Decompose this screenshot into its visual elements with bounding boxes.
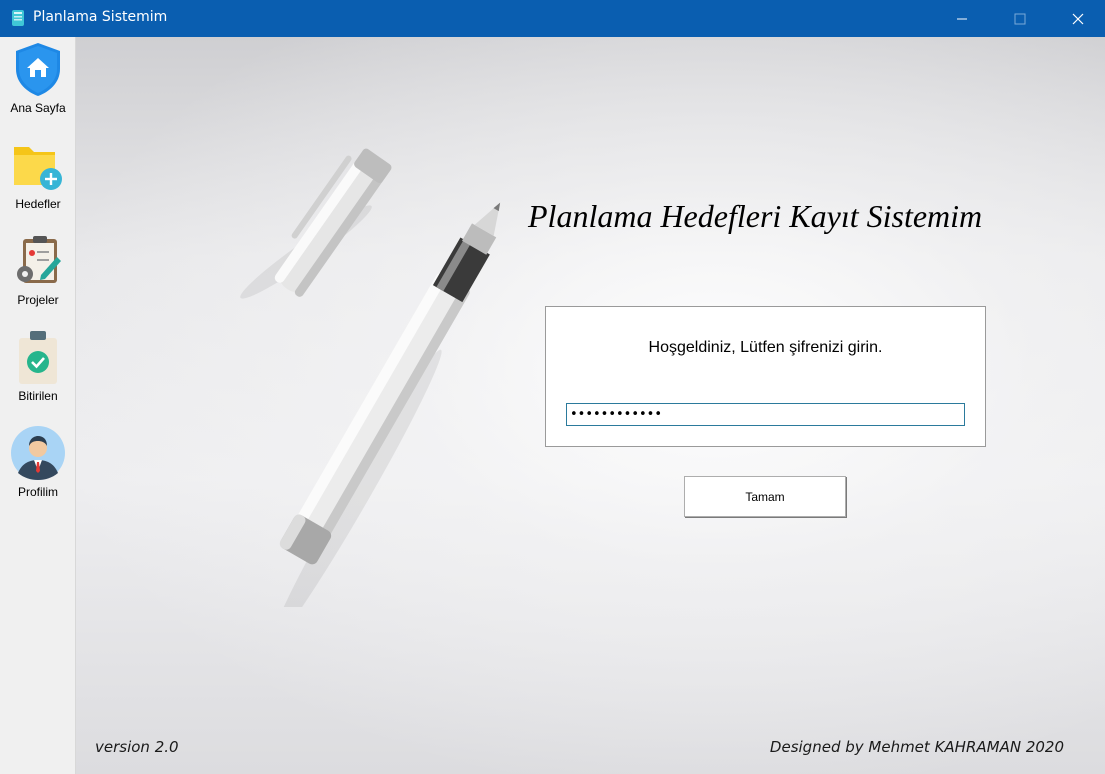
window-title: Planlama Sistemim	[33, 9, 168, 25]
welcome-text: Hoşgeldiniz, Lütfen şifrenizi girin.	[648, 339, 883, 356]
title-bar: Planlama Sistemim	[0, 0, 1105, 37]
page-heading: Planlama Hedefleri Kayıt Sistemim	[528, 198, 983, 234]
sidebar-item-label: Projeler	[17, 293, 59, 307]
sidebar-item-profilim[interactable]: Profilim	[0, 425, 76, 499]
folder-add-icon	[10, 137, 66, 193]
designer-credit: Designed by Mehmet KAHRAMAN 2020	[769, 738, 1064, 756]
ok-button[interactable]: Tamam	[684, 476, 846, 517]
sidebar: Ana Sayfa Hedefler Projeler Bitirilen Pr…	[0, 37, 76, 774]
sidebar-item-label: Bitirilen	[18, 389, 58, 403]
pen-image	[240, 148, 501, 607]
app-notebook-icon	[12, 10, 24, 26]
maximize-button[interactable]	[991, 0, 1049, 37]
main-content: Planlama Hedefleri Kayıt Sistemim Hoşgel…	[76, 37, 1105, 774]
home-shield-icon	[10, 41, 66, 97]
clipboard-gear-icon	[10, 233, 66, 289]
minimize-icon	[957, 18, 967, 19]
sidebar-item-label: Hedefler	[15, 197, 61, 211]
close-icon	[1072, 13, 1084, 24]
sidebar-item-ana-sayfa[interactable]: Ana Sayfa	[0, 41, 76, 115]
sidebar-item-bitirilen[interactable]: Bitirilen	[0, 329, 76, 403]
sidebar-item-label: Profilim	[17, 485, 58, 499]
login-panel: Hoşgeldiniz, Lütfen şifrenizi girin.	[545, 306, 986, 447]
password-field[interactable]	[566, 403, 965, 426]
sidebar-item-hedefler[interactable]: Hedefler	[0, 137, 76, 211]
sidebar-item-projeler[interactable]: Projeler	[0, 233, 76, 307]
clipboard-check-icon	[10, 329, 66, 385]
maximize-icon	[1014, 13, 1026, 24]
minimize-button[interactable]	[933, 0, 991, 37]
user-avatar-icon	[10, 425, 66, 481]
version-label: version 2.0	[95, 738, 179, 756]
close-button[interactable]	[1049, 0, 1105, 37]
sidebar-item-label: Ana Sayfa	[10, 101, 66, 115]
